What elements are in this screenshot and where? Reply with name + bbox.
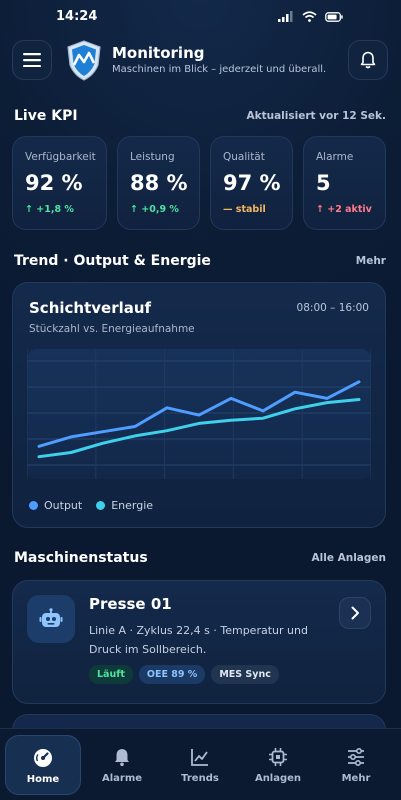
kpi-card-alarms[interactable]: Alarme 5 ↑ +2 aktiv — [303, 136, 386, 230]
kpi-value: 92 % — [25, 171, 83, 195]
kpi-label: Qualität — [223, 151, 265, 163]
shield-logo-icon — [67, 40, 101, 81]
app-title: Monitoring — [112, 44, 205, 62]
bell-icon — [115, 749, 129, 767]
bottom-tab-bar: Home Alarme Trends Anlagen Mehr — [0, 728, 401, 800]
kpi-card-performance[interactable]: Leistung 88 % ↑ +0,9 % — [117, 136, 200, 230]
trend-card-title: Schichtverlauf — [29, 299, 152, 317]
machine-section-header: Maschinenstatus Alle Anlagen — [14, 550, 386, 570]
hamburger-icon — [23, 53, 41, 67]
chart-line-icon — [191, 749, 208, 766]
trend-time-range: 08:00 – 16:00 — [296, 302, 369, 314]
machine-section-title: Maschinenstatus — [14, 550, 148, 566]
trend-section-title: Trend · Output & Energie — [14, 253, 211, 269]
kpi-delta: ↑ +2 aktiv — [316, 204, 372, 215]
mes-sync-badge: MES Sync — [211, 665, 279, 684]
trend-chart — [26, 349, 372, 479]
tab-label: Trends — [181, 773, 219, 784]
gauge-icon — [34, 749, 52, 767]
tab-alarms[interactable]: Alarme — [84, 735, 160, 795]
kpi-section-header: Live KPI Aktualisiert vor 12 Sek. — [14, 108, 386, 128]
wifi-icon — [302, 11, 317, 22]
kpi-value: 88 % — [130, 171, 188, 195]
kpi-section-title: Live KPI — [14, 108, 78, 124]
sliders-icon — [348, 747, 364, 767]
tab-label: Mehr — [341, 773, 371, 784]
chevron-right-icon — [351, 606, 359, 620]
app-header: Monitoring Maschinen im Blick – jederzei… — [12, 38, 388, 82]
legend-dot-energy — [96, 501, 106, 510]
trend-more-link[interactable]: Mehr — [356, 255, 386, 267]
notifications-button[interactable] — [348, 40, 388, 80]
machine-description: Linie A · Zyklus 22,4 s · Temperatur und… — [89, 624, 308, 656]
kpi-label: Leistung — [130, 151, 175, 163]
legend-item-energy: Energie — [96, 499, 153, 512]
machine-badges: Läuft OEE 89 % MES Sync — [89, 665, 279, 684]
tab-label: Home — [26, 774, 60, 785]
kpi-value: 5 — [316, 171, 331, 195]
status-icons — [278, 11, 343, 22]
series-line-output — [37, 380, 361, 448]
bell-icon — [360, 51, 376, 69]
kpi-card-quality[interactable]: Qualität 97 % — stabil — [210, 136, 293, 230]
tab-more[interactable]: Mehr — [318, 735, 394, 795]
status-time: 14:24 — [56, 9, 98, 24]
kpi-delta: — stabil — [223, 204, 266, 215]
legend-label-output: Output — [44, 499, 83, 512]
kpi-label: Alarme — [316, 151, 354, 163]
series-line-energie — [37, 398, 361, 459]
machine-name: Presse 01 — [89, 595, 172, 613]
chart-area — [26, 349, 372, 479]
trend-section-header: Trend · Output & Energie Mehr — [14, 253, 386, 273]
machine-details-button[interactable] — [339, 597, 371, 629]
kpi-card-availability[interactable]: Verfügbarkeit 92 % ↑ +1,8 % — [12, 136, 107, 230]
battery-icon — [325, 11, 343, 22]
legend-label-energy: Energie — [111, 499, 154, 512]
legend-item-output: Output — [29, 499, 82, 512]
tab-label: Anlagen — [254, 773, 302, 784]
oee-badge: OEE 89 % — [138, 665, 206, 684]
app-subtitle: Maschinen im Blick – jederzeit und übera… — [112, 64, 327, 75]
kpi-label: Verfügbarkeit — [25, 151, 96, 163]
tab-label: Alarme — [101, 773, 143, 784]
status-bar: 14:24 — [0, 0, 401, 32]
trend-card[interactable]: Schichtverlauf 08:00 – 16:00 Stückzahl v… — [12, 282, 386, 528]
chip-icon — [269, 748, 287, 766]
chart-legend: Output Energie — [29, 499, 153, 512]
kpi-value: 97 % — [223, 171, 281, 195]
status-badge-running: Läuft — [89, 665, 133, 684]
tab-machines[interactable]: Anlagen — [240, 735, 316, 795]
menu-button[interactable] — [12, 40, 52, 80]
tab-home[interactable]: Home — [5, 735, 81, 795]
all-machines-link[interactable]: Alle Anlagen — [312, 552, 387, 564]
machine-card-presse-01[interactable]: Presse 01 Linie A · Zyklus 22,4 s · Temp… — [12, 580, 386, 704]
tab-trends[interactable]: Trends — [162, 735, 238, 795]
kpi-updated-text: Aktualisiert vor 12 Sek. — [246, 110, 386, 122]
signal-icon — [278, 11, 293, 22]
robot-icon — [27, 595, 75, 643]
kpi-delta: ↑ +0,9 % — [130, 204, 179, 215]
trend-card-subtitle: Stückzahl vs. Energieaufnahme — [29, 323, 195, 335]
kpi-delta: ↑ +1,8 % — [25, 204, 74, 215]
legend-dot-output — [29, 501, 38, 510]
